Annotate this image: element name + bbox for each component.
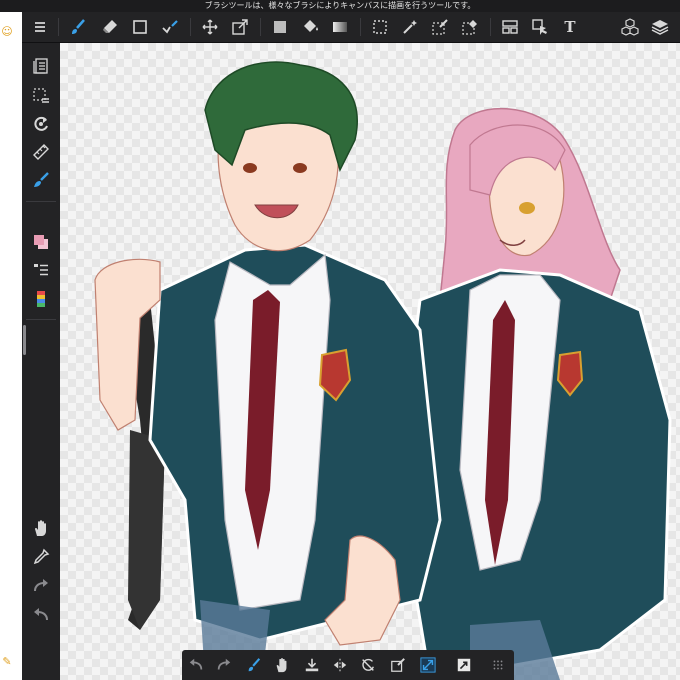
brush-settings-icon[interactable] bbox=[27, 167, 55, 193]
left-toolbar bbox=[22, 43, 60, 680]
snap-icon[interactable] bbox=[450, 650, 478, 680]
edge-strip: ☺ ✎ bbox=[0, 12, 22, 680]
bucket-fill-icon[interactable] bbox=[296, 12, 324, 42]
rect-select-icon[interactable] bbox=[366, 12, 394, 42]
bottom-toolbar bbox=[182, 650, 514, 680]
fit-screen-icon[interactable] bbox=[414, 650, 442, 680]
layer-list-icon[interactable] bbox=[27, 257, 55, 283]
move-icon[interactable] bbox=[196, 12, 224, 42]
bag bbox=[128, 430, 165, 630]
eyedropper-icon[interactable] bbox=[27, 544, 55, 570]
transform-icon[interactable] bbox=[226, 12, 254, 42]
top-toolbar: T bbox=[22, 12, 680, 43]
operation-icon[interactable] bbox=[526, 12, 554, 42]
selection-menu-icon[interactable] bbox=[27, 83, 55, 109]
rotate-icon[interactable] bbox=[27, 111, 55, 137]
ruler-icon[interactable] bbox=[27, 139, 55, 165]
gradient-icon[interactable] bbox=[326, 12, 354, 42]
eraser-icon[interactable] bbox=[96, 12, 124, 42]
undo-icon[interactable] bbox=[27, 602, 55, 628]
brush-icon[interactable] bbox=[64, 12, 92, 42]
sidebar-resize-handle[interactable] bbox=[23, 325, 26, 355]
flip-icon[interactable] bbox=[326, 650, 354, 680]
text-icon[interactable]: T bbox=[556, 12, 584, 42]
color-icon[interactable] bbox=[27, 229, 55, 255]
edit-icon[interactable]: ✎ bbox=[1, 656, 13, 668]
save-icon[interactable] bbox=[298, 650, 326, 680]
redo-icon[interactable] bbox=[210, 650, 238, 680]
select-eraser-icon[interactable] bbox=[456, 12, 484, 42]
hand-icon[interactable] bbox=[27, 515, 55, 541]
shape-rectangle-icon[interactable] bbox=[126, 12, 154, 42]
illustration bbox=[94, 61, 672, 680]
brush-window-icon[interactable] bbox=[27, 53, 55, 79]
redo-icon[interactable] bbox=[27, 573, 55, 599]
materials-icon[interactable] bbox=[616, 12, 644, 42]
drawing-canvas[interactable] bbox=[60, 43, 680, 680]
layers-icon[interactable] bbox=[646, 12, 674, 42]
tool-tooltip: ブラシツールは、様々なブラシによりキャンバスに描画を行うツールです。 bbox=[0, 0, 680, 12]
grid-dots-icon[interactable] bbox=[484, 650, 512, 680]
palette-icon[interactable] bbox=[27, 286, 55, 312]
magic-wand-icon[interactable] bbox=[396, 12, 424, 42]
rotate-reset-icon[interactable] bbox=[354, 650, 382, 680]
pen-tool-icon[interactable] bbox=[156, 12, 184, 42]
brush-mini-icon[interactable] bbox=[240, 650, 268, 680]
undo-icon[interactable] bbox=[182, 650, 210, 680]
menu-icon[interactable] bbox=[26, 12, 54, 42]
fill-icon[interactable] bbox=[384, 650, 412, 680]
frame-icon[interactable] bbox=[496, 12, 524, 42]
smile-icon[interactable]: ☺ bbox=[1, 26, 13, 38]
fill-rect-icon[interactable] bbox=[266, 12, 294, 42]
hand-icon[interactable] bbox=[268, 650, 296, 680]
select-pen-icon[interactable] bbox=[426, 12, 454, 42]
